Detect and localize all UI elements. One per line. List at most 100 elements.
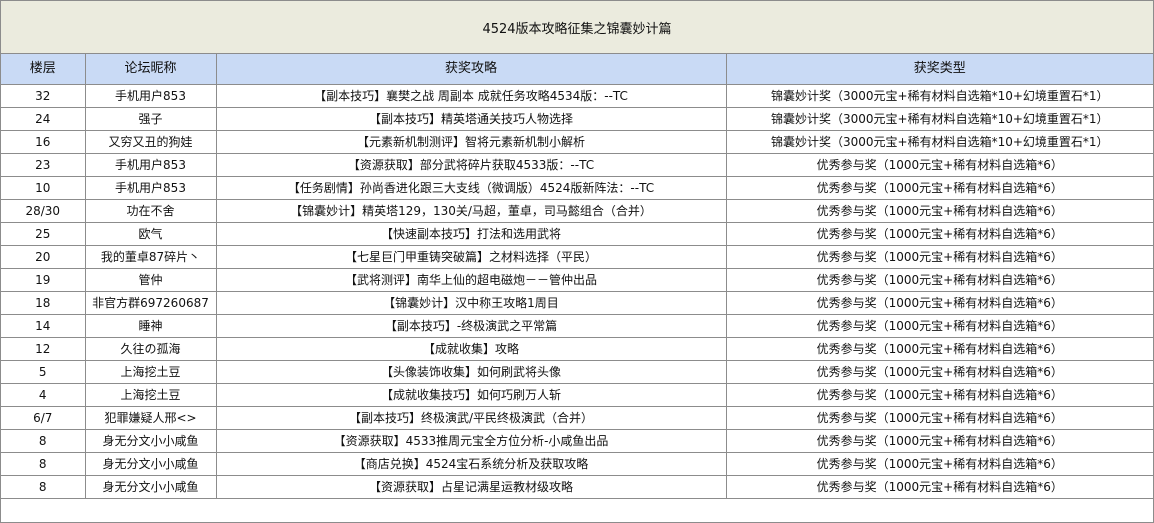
cell-award[interactable]: 优秀参与奖（1000元宝+稀有材料自选箱*6） [725,175,1153,200]
table-row: 8 身无分文小小咸鱼 【商店兑换】4524宝石系统分析及获取攻略 优秀参与奖（1… [1,451,1153,476]
cell-guide[interactable]: 【元素新机制测评】智将元素新机制小解析 [215,129,727,154]
cell-guide[interactable]: 【头像装饰收集】如何刷武将头像 [215,359,727,384]
cell-guide[interactable]: 【锦囊妙计】汉中称王攻略1周目 [215,290,727,315]
cell-award[interactable]: 优秀参与奖（1000元宝+稀有材料自选箱*6） [725,474,1153,499]
cell-guide[interactable]: 【副本技巧】精英塔通关技巧人物选择 [215,106,727,131]
table-row: 12 久往の孤海 【成就收集】攻略 优秀参与奖（1000元宝+稀有材料自选箱*6… [1,336,1153,361]
cell-floor[interactable]: 8 [1,428,86,453]
cell-guide[interactable]: 【快速副本技巧】打法和选用武将 [215,221,727,246]
table-row: 25 欧气 【快速副本技巧】打法和选用武将 优秀参与奖（1000元宝+稀有材料自… [1,221,1153,246]
table-row: 23 手机用户853 【资源获取】部分武将碎片获取4533版：--TC 优秀参与… [1,152,1153,177]
cell-floor[interactable]: 23 [1,152,86,177]
cell-nickname[interactable]: 上海挖土豆 [84,382,217,407]
cell-award[interactable]: 优秀参与奖（1000元宝+稀有材料自选箱*6） [725,198,1153,223]
cell-guide[interactable]: 【副本技巧】-终极演武之平常篇 [215,313,727,338]
table-row: 14 睡神 【副本技巧】-终极演武之平常篇 优秀参与奖（1000元宝+稀有材料自… [1,313,1153,338]
cell-nickname[interactable]: 手机用户853 [84,152,217,177]
cell-award[interactable]: 优秀参与奖（1000元宝+稀有材料自选箱*6） [725,382,1153,407]
table-row: 4 上海挖土豆 【成就收集技巧】如何巧刷万人斩 优秀参与奖（1000元宝+稀有材… [1,382,1153,407]
cell-guide[interactable]: 【副本技巧】襄樊之战 周副本 成就任务攻略4534版：--TC [215,83,727,108]
cell-nickname[interactable]: 久往の孤海 [84,336,217,361]
cell-guide[interactable]: 【七星巨门甲重铸突破篇】之材料选择（平民） [215,244,727,269]
cell-floor[interactable]: 32 [1,83,86,108]
cell-nickname[interactable]: 上海挖土豆 [84,359,217,384]
cell-award[interactable]: 优秀参与奖（1000元宝+稀有材料自选箱*6） [725,405,1153,430]
cell-award[interactable]: 优秀参与奖（1000元宝+稀有材料自选箱*6） [725,221,1153,246]
cell-floor[interactable]: 24 [1,106,86,131]
header-row: 楼层 论坛昵称 获奖攻略 获奖类型 [1,54,1153,85]
cell-floor[interactable]: 16 [1,129,86,154]
cell-floor[interactable]: 6/7 [1,405,86,430]
cell-floor[interactable]: 25 [1,221,86,246]
table-row: 20 我的董卓87碎片丶 【七星巨门甲重铸突破篇】之材料选择（平民） 优秀参与奖… [1,244,1153,269]
cell-nickname[interactable]: 非官方群697260687 [84,290,217,315]
table-row: 28/30 功在不舍 【锦囊妙计】精英塔129，130关/马超，董卓，司马懿组合… [1,198,1153,223]
cell-award[interactable]: 优秀参与奖（1000元宝+稀有材料自选箱*6） [725,267,1153,292]
table-row: 8 身无分文小小咸鱼 【资源获取】占星记满星运教材级攻略 优秀参与奖（1000元… [1,474,1153,499]
cell-floor[interactable]: 10 [1,175,86,200]
cell-floor[interactable]: 18 [1,290,86,315]
cell-award[interactable]: 优秀参与奖（1000元宝+稀有材料自选箱*6） [725,290,1153,315]
cell-nickname[interactable]: 功在不舍 [84,198,217,223]
cell-floor[interactable]: 12 [1,336,86,361]
table-row: 16 又穷又丑的狗娃 【元素新机制测评】智将元素新机制小解析 锦囊妙计奖（300… [1,129,1153,154]
table-row: 6/7 犯罪嫌疑人邢<> 【副本技巧】终极演武/平民终极演武（合并） 优秀参与奖… [1,405,1153,430]
cell-nickname[interactable]: 身无分文小小咸鱼 [84,474,217,499]
cell-nickname[interactable]: 欧气 [84,221,217,246]
cell-guide[interactable]: 【资源获取】占星记满星运教材级攻略 [215,474,727,499]
cell-guide[interactable]: 【资源获取】4533推周元宝全方位分析-小咸鱼出品 [215,428,727,453]
cell-nickname[interactable]: 管仲 [84,267,217,292]
award-table: 楼层 论坛昵称 获奖攻略 获奖类型 32 手机用户853 【副本技巧】襄樊之战 … [1,54,1153,499]
cell-nickname[interactable]: 身无分文小小咸鱼 [84,428,217,453]
cell-award[interactable]: 锦囊妙计奖（3000元宝+稀有材料自选箱*10+幻境重置石*1） [725,129,1153,154]
table-row: 18 非官方群697260687 【锦囊妙计】汉中称王攻略1周目 优秀参与奖（1… [1,290,1153,315]
cell-floor[interactable]: 8 [1,451,86,476]
cell-guide[interactable]: 【成就收集】攻略 [215,336,727,361]
cell-nickname[interactable]: 手机用户853 [84,83,217,108]
table-row: 19 管仲 【武将测评】南华上仙的超电磁炮－－管仲出品 优秀参与奖（1000元宝… [1,267,1153,292]
table-row: 24 强子 【副本技巧】精英塔通关技巧人物选择 锦囊妙计奖（3000元宝+稀有材… [1,106,1153,131]
cell-nickname[interactable]: 手机用户853 [84,175,217,200]
header-floor[interactable]: 楼层 [1,54,86,85]
table-row: 8 身无分文小小咸鱼 【资源获取】4533推周元宝全方位分析-小咸鱼出品 优秀参… [1,428,1153,453]
cell-nickname[interactable]: 又穷又丑的狗娃 [84,129,217,154]
table-row: 10 手机用户853 【任务剧情】孙尚香进化跟三大支线（微调版）4524版新阵法… [1,175,1153,200]
table-body: 32 手机用户853 【副本技巧】襄樊之战 周副本 成就任务攻略4534版：--… [1,83,1153,499]
cell-award[interactable]: 锦囊妙计奖（3000元宝+稀有材料自选箱*10+幻境重置石*1） [725,106,1153,131]
cell-guide[interactable]: 【武将测评】南华上仙的超电磁炮－－管仲出品 [215,267,727,292]
cell-guide[interactable]: 【成就收集技巧】如何巧刷万人斩 [215,382,727,407]
cell-floor[interactable]: 28/30 [1,198,86,223]
cell-floor[interactable]: 8 [1,474,86,499]
cell-award[interactable]: 优秀参与奖（1000元宝+稀有材料自选箱*6） [725,428,1153,453]
header-nickname[interactable]: 论坛昵称 [84,54,217,85]
cell-guide[interactable]: 【副本技巧】终极演武/平民终极演武（合并） [215,405,727,430]
cell-award[interactable]: 优秀参与奖（1000元宝+稀有材料自选箱*6） [725,244,1153,269]
cell-floor[interactable]: 19 [1,267,86,292]
cell-award[interactable]: 优秀参与奖（1000元宝+稀有材料自选箱*6） [725,451,1153,476]
cell-floor[interactable]: 14 [1,313,86,338]
cell-nickname[interactable]: 身无分文小小咸鱼 [84,451,217,476]
cell-guide[interactable]: 【任务剧情】孙尚香进化跟三大支线（微调版）4524版新阵法：--TC [215,175,727,200]
cell-nickname[interactable]: 我的董卓87碎片丶 [84,244,217,269]
cell-floor[interactable]: 20 [1,244,86,269]
cell-guide[interactable]: 【资源获取】部分武将碎片获取4533版：--TC [215,152,727,177]
sheet-title-cell[interactable]: 4524版本攻略征集之锦囊妙计篇 [1,1,1153,54]
cell-floor[interactable]: 5 [1,359,86,384]
cell-guide[interactable]: 【锦囊妙计】精英塔129，130关/马超，董卓，司马懿组合（合并） [215,198,727,223]
cell-award[interactable]: 优秀参与奖（1000元宝+稀有材料自选箱*6） [725,152,1153,177]
cell-award[interactable]: 锦囊妙计奖（3000元宝+稀有材料自选箱*10+幻境重置石*1） [725,83,1153,108]
cell-guide[interactable]: 【商店兑换】4524宝石系统分析及获取攻略 [215,451,727,476]
cell-nickname[interactable]: 犯罪嫌疑人邢<> [84,405,217,430]
table-row: 5 上海挖土豆 【头像装饰收集】如何刷武将头像 优秀参与奖（1000元宝+稀有材… [1,359,1153,384]
sheet-title: 4524版本攻略征集之锦囊妙计篇 [482,21,672,37]
cell-nickname[interactable]: 强子 [84,106,217,131]
table-row: 32 手机用户853 【副本技巧】襄樊之战 周副本 成就任务攻略4534版：--… [1,83,1153,108]
cell-award[interactable]: 优秀参与奖（1000元宝+稀有材料自选箱*6） [725,359,1153,384]
cell-award[interactable]: 优秀参与奖（1000元宝+稀有材料自选箱*6） [725,313,1153,338]
header-guide[interactable]: 获奖攻略 [215,54,727,85]
cell-award[interactable]: 优秀参与奖（1000元宝+稀有材料自选箱*6） [725,336,1153,361]
cell-nickname[interactable]: 睡神 [84,313,217,338]
award-sheet: 4524版本攻略征集之锦囊妙计篇 楼层 论坛昵称 获奖攻略 获奖类型 32 手机… [0,0,1154,523]
cell-floor[interactable]: 4 [1,382,86,407]
header-award[interactable]: 获奖类型 [725,54,1153,85]
